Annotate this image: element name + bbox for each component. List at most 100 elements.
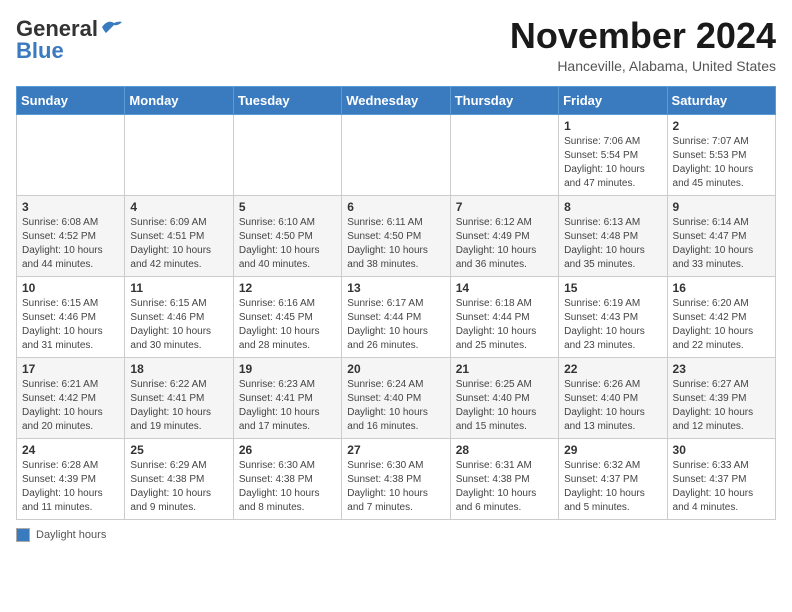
- calendar-cell: 18 Sunrise: 6:22 AMSunset: 4:41 PMDayligh…: [125, 357, 233, 438]
- day-info: Sunrise: 6:30 AMSunset: 4:38 PMDaylight:…: [239, 459, 336, 515]
- calendar-cell: 11 Sunrise: 6:15 AMSunset: 4:46 PMDayligh…: [125, 276, 233, 357]
- calendar-cell: 24Sunrise: 6:28 AMSunset: 4:39 PMDayligh…: [17, 438, 125, 519]
- day-info: Sunrise: 6:17 AMSunset: 4:44 PMDaylight:…: [347, 297, 444, 353]
- day-number: 10: [22, 281, 119, 295]
- calendar-cell: 25Sunrise: 6:29 AMSunset: 4:38 PMDayligh…: [125, 438, 233, 519]
- daylight-legend-label: Daylight hours: [36, 529, 106, 541]
- day-info: Sunrise: 6:10 AMSunset: 4:50 PMDaylight:…: [239, 216, 336, 272]
- day-number: 22: [564, 362, 661, 376]
- calendar-cell: 10 Sunrise: 6:15 AMSunset: 4:46 PMDayligh…: [17, 276, 125, 357]
- calendar-week-1: 1Sunrise: 7:06 AMSunset: 5:54 PMDaylight…: [17, 114, 776, 195]
- calendar-cell: 28Sunrise: 6:31 AMSunset: 4:38 PMDayligh…: [450, 438, 558, 519]
- day-info: Sunrise: 6:08 AMSunset: 4:52 PMDaylight:…: [22, 216, 119, 272]
- day-number: 20: [347, 362, 444, 376]
- day-number: 1: [564, 119, 661, 133]
- calendar-cell: 21Sunrise: 6:25 AMSunset: 4:40 PMDayligh…: [450, 357, 558, 438]
- day-number: 19: [239, 362, 336, 376]
- day-number: 24: [22, 443, 119, 457]
- day-number: 5: [239, 200, 336, 214]
- day-info: Sunrise: 6:11 AMSunset: 4:50 PMDaylight:…: [347, 216, 444, 272]
- day-number: 23: [673, 362, 770, 376]
- calendar-week-2: 3 Sunrise: 6:08 AMSunset: 4:52 PMDaylight…: [17, 195, 776, 276]
- calendar-cell: 8Sunrise: 6:13 AMSunset: 4:48 PMDaylight…: [559, 195, 667, 276]
- day-number: 15: [564, 281, 661, 295]
- day-info: Sunrise: 6:20 AMSunset: 4:42 PMDaylight:…: [673, 297, 770, 353]
- calendar-cell: 23 Sunrise: 6:27 AMSunset: 4:39 PMDayligh…: [667, 357, 775, 438]
- logo: General Blue: [16, 16, 122, 64]
- day-info: Sunrise: 6:09 AMSunset: 4:51 PMDaylight:…: [130, 216, 227, 272]
- calendar-cell: 29Sunrise: 6:32 AMSunset: 4:37 PMDayligh…: [559, 438, 667, 519]
- day-info: Sunrise: 6:18 AMSunset: 4:44 PMDaylight:…: [456, 297, 553, 353]
- calendar-week-3: 10 Sunrise: 6:15 AMSunset: 4:46 PMDayligh…: [17, 276, 776, 357]
- calendar-cell: 15 Sunrise: 6:19 AMSunset: 4:43 PMDayligh…: [559, 276, 667, 357]
- calendar-cell: 19 Sunrise: 6:23 AMSunset: 4:41 PMDayligh…: [233, 357, 341, 438]
- weekday-header-thursday: Thursday: [450, 86, 558, 114]
- calendar-cell: 7Sunrise: 6:12 AMSunset: 4:49 PMDaylight…: [450, 195, 558, 276]
- day-info: Sunrise: 6:16 AMSunset: 4:45 PMDaylight:…: [239, 297, 336, 353]
- day-number: 9: [673, 200, 770, 214]
- day-number: 12: [239, 281, 336, 295]
- day-info: Sunrise: 6:15 AMSunset: 4:46 PMDaylight:…: [22, 297, 119, 353]
- day-number: 6: [347, 200, 444, 214]
- calendar-week-4: 17 Sunrise: 6:21 AMSunset: 4:42 PMDayligh…: [17, 357, 776, 438]
- day-number: 3: [22, 200, 119, 214]
- calendar-cell: 13 Sunrise: 6:17 AMSunset: 4:44 PMDayligh…: [342, 276, 450, 357]
- day-info: Sunrise: 6:27 AMSunset: 4:39 PMDaylight:…: [673, 378, 770, 434]
- day-number: 13: [347, 281, 444, 295]
- day-info: Sunrise: 6:23 AMSunset: 4:41 PMDaylight:…: [239, 378, 336, 434]
- calendar-cell: 6 Sunrise: 6:11 AMSunset: 4:50 PMDaylight…: [342, 195, 450, 276]
- day-number: 29: [564, 443, 661, 457]
- day-info: Sunrise: 6:15 AMSunset: 4:46 PMDaylight:…: [130, 297, 227, 353]
- calendar-cell: [125, 114, 233, 195]
- day-info: Sunrise: 6:14 AMSunset: 4:47 PMDaylight:…: [673, 216, 770, 272]
- calendar-cell: [233, 114, 341, 195]
- day-number: 25: [130, 443, 227, 457]
- day-info: Sunrise: 6:24 AMSunset: 4:40 PMDaylight:…: [347, 378, 444, 434]
- day-info: Sunrise: 6:26 AMSunset: 4:40 PMDaylight:…: [564, 378, 661, 434]
- day-info: Sunrise: 6:12 AMSunset: 4:49 PMDaylight:…: [456, 216, 553, 272]
- legend: Daylight hours: [16, 528, 776, 542]
- calendar-cell: 20 Sunrise: 6:24 AMSunset: 4:40 PMDayligh…: [342, 357, 450, 438]
- logo-blue: Blue: [16, 38, 64, 64]
- calendar-cell: 5 Sunrise: 6:10 AMSunset: 4:50 PMDaylight…: [233, 195, 341, 276]
- calendar-cell: 3 Sunrise: 6:08 AMSunset: 4:52 PMDaylight…: [17, 195, 125, 276]
- calendar-cell: 1Sunrise: 7:06 AMSunset: 5:54 PMDaylight…: [559, 114, 667, 195]
- daylight-legend-color: [16, 528, 30, 542]
- weekday-header-monday: Monday: [125, 86, 233, 114]
- calendar-cell: 27 Sunrise: 6:30 AMSunset: 4:38 PMDayligh…: [342, 438, 450, 519]
- calendar-cell: 26 Sunrise: 6:30 AMSunset: 4:38 PMDayligh…: [233, 438, 341, 519]
- calendar-cell: 30 Sunrise: 6:33 AMSunset: 4:37 PMDayligh…: [667, 438, 775, 519]
- day-number: 8: [564, 200, 661, 214]
- weekday-header-wednesday: Wednesday: [342, 86, 450, 114]
- calendar-cell: 2Sunrise: 7:07 AMSunset: 5:53 PMDaylight…: [667, 114, 775, 195]
- day-info: Sunrise: 6:21 AMSunset: 4:42 PMDaylight:…: [22, 378, 119, 434]
- day-number: 16: [673, 281, 770, 295]
- day-number: 14: [456, 281, 553, 295]
- calendar-table: SundayMondayTuesdayWednesdayThursdayFrid…: [16, 86, 776, 520]
- weekday-header-friday: Friday: [559, 86, 667, 114]
- calendar-cell: 17 Sunrise: 6:21 AMSunset: 4:42 PMDayligh…: [17, 357, 125, 438]
- month-title: November 2024: [510, 16, 776, 56]
- calendar-cell: 16 Sunrise: 6:20 AMSunset: 4:42 PMDayligh…: [667, 276, 775, 357]
- calendar-week-5: 24Sunrise: 6:28 AMSunset: 4:39 PMDayligh…: [17, 438, 776, 519]
- calendar-cell: 22 Sunrise: 6:26 AMSunset: 4:40 PMDayligh…: [559, 357, 667, 438]
- page-header: General Blue November 2024 Hanceville, A…: [16, 16, 776, 74]
- day-info: Sunrise: 6:31 AMSunset: 4:38 PMDaylight:…: [456, 459, 553, 515]
- day-number: 27: [347, 443, 444, 457]
- logo-bird-icon: [100, 19, 122, 35]
- weekday-header-saturday: Saturday: [667, 86, 775, 114]
- day-info: Sunrise: 6:33 AMSunset: 4:37 PMDaylight:…: [673, 459, 770, 515]
- calendar-cell: 12 Sunrise: 6:16 AMSunset: 4:45 PMDayligh…: [233, 276, 341, 357]
- day-number: 17: [22, 362, 119, 376]
- location-subtitle: Hanceville, Alabama, United States: [510, 58, 776, 74]
- day-number: 26: [239, 443, 336, 457]
- day-info: Sunrise: 6:30 AMSunset: 4:38 PMDaylight:…: [347, 459, 444, 515]
- calendar-cell: [17, 114, 125, 195]
- day-number: 30: [673, 443, 770, 457]
- day-number: 4: [130, 200, 227, 214]
- day-info: Sunrise: 6:22 AMSunset: 4:41 PMDaylight:…: [130, 378, 227, 434]
- day-number: 18: [130, 362, 227, 376]
- day-info: Sunrise: 6:19 AMSunset: 4:43 PMDaylight:…: [564, 297, 661, 353]
- day-info: Sunrise: 7:07 AMSunset: 5:53 PMDaylight:…: [673, 135, 770, 191]
- day-number: 11: [130, 281, 227, 295]
